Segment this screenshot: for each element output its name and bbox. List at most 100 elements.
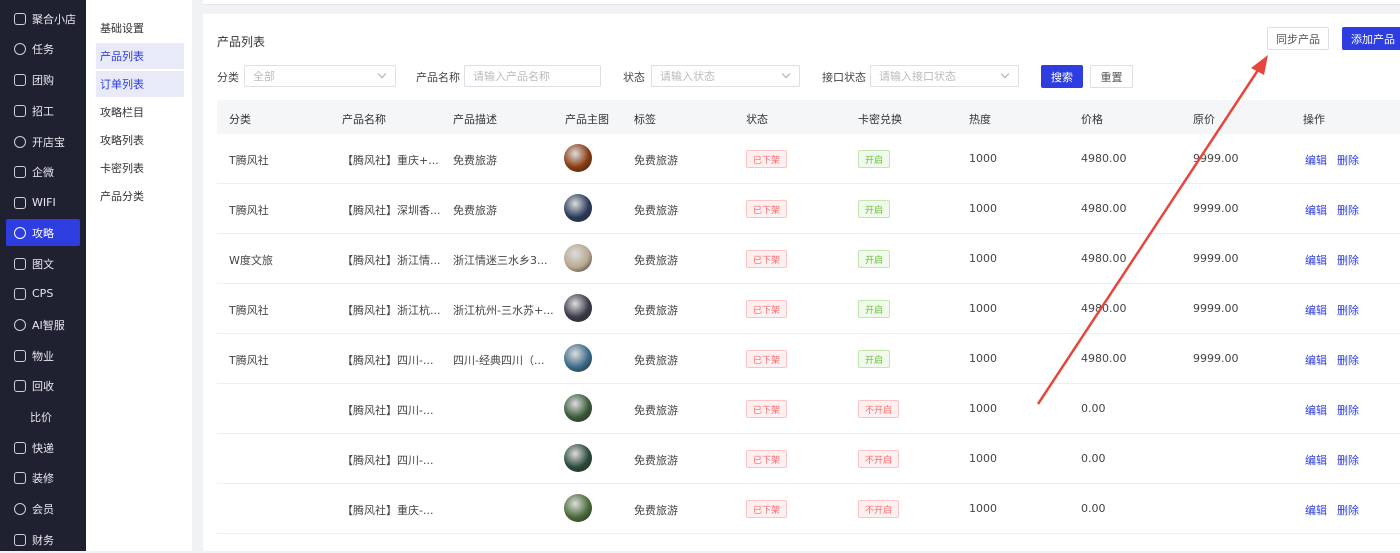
sidebar-item-label: WIFI — [32, 196, 56, 209]
cell-original-price: 9999.00 — [1193, 202, 1239, 215]
main-panel: 产品列表 同步产品 添加产品 分类 全部 产品名称 请输入产品名称 状态 请输入… — [203, 14, 1400, 551]
cell-heat: 1000 — [969, 402, 997, 415]
sidebar-item-3[interactable]: 招工 — [6, 97, 80, 124]
sidebar-item-16[interactable]: 会员 — [6, 495, 80, 522]
delete-link[interactable]: 删除 — [1337, 152, 1359, 168]
delete-link[interactable]: 删除 — [1337, 302, 1359, 318]
table-row: T腾风社 【腾风社】深圳香... 免费旅游 免费旅游 已下架 开启 1000 4980.00 9… — [217, 184, 1400, 234]
edit-link[interactable]: 编辑 — [1305, 452, 1327, 468]
edit-link[interactable]: 编辑 — [1305, 302, 1327, 318]
card-exchange-badge: 不开启 — [858, 400, 900, 418]
table-row: T腾风社 【腾风社】浙江杭... 浙江杭州-三水苏+... 免费旅游 已下架 开启 1000… — [217, 284, 1400, 334]
sidebar-item-2[interactable]: 团购 — [6, 66, 80, 93]
product-name-input[interactable]: 请输入产品名称 — [464, 65, 601, 87]
sidebar-item-label: 招工 — [32, 104, 54, 118]
cell-desc: 浙江杭州-三水苏+... — [453, 304, 554, 317]
edit-link[interactable]: 编辑 — [1305, 402, 1327, 418]
image-icon — [14, 257, 26, 270]
sync-product-button[interactable]: 同步产品 — [1267, 27, 1329, 50]
add-product-button[interactable]: 添加产品 — [1342, 27, 1400, 50]
table-row: 【腾风社】四川-... 免费旅游 已下架 不开启 1000 0.00 编辑 删除 — [217, 434, 1400, 484]
cell-name: 【腾风社】四川-... — [342, 404, 434, 417]
main-sidebar: 聚合小店任务团购招工开店宝企微 WIFI 攻略图文 CPS AI智服物业回收比价快递装修… — [0, 0, 86, 551]
layers-icon — [14, 104, 26, 117]
sidebar-item-label: 回收 — [32, 379, 54, 393]
status-badge: 已下架 — [746, 450, 788, 468]
delete-link[interactable]: 删除 — [1337, 252, 1359, 268]
product-thumbnail — [564, 194, 592, 222]
subnav-item-5[interactable]: 卡密列表 — [96, 155, 184, 181]
cell-tag: 免费旅游 — [634, 254, 678, 267]
sidebar-item-label: 会员 — [32, 502, 54, 516]
sidebar-item-10[interactable]: AI智服 — [6, 311, 80, 338]
sidebar-item-label: 任务 — [32, 42, 54, 56]
status-badge: 已下架 — [746, 400, 788, 418]
delete-link[interactable]: 删除 — [1337, 202, 1359, 218]
subnav-item-2[interactable]: 订单列表 — [96, 71, 184, 97]
sidebar-item-label: 开店宝 — [32, 135, 65, 149]
user-icon — [14, 318, 26, 331]
subnav-item-4[interactable]: 攻略列表 — [96, 127, 184, 153]
category-select[interactable]: 全部 — [244, 65, 396, 87]
reset-button[interactable]: 重置 — [1090, 65, 1133, 88]
cell-name: 【腾风社】重庆+... — [342, 154, 439, 167]
delete-link[interactable]: 删除 — [1337, 402, 1359, 418]
cell-desc: 四川-经典四川（... — [453, 354, 545, 367]
cell-price: 0.00 — [1081, 502, 1106, 515]
subnav-item-0[interactable]: 基础设置 — [96, 15, 184, 41]
edit-link[interactable]: 编辑 — [1305, 502, 1327, 518]
cell-name: 【腾风社】四川-... — [342, 354, 434, 367]
cell-original-price: 9999.00 — [1193, 252, 1239, 265]
status-badge: 已下架 — [746, 150, 788, 168]
delete-link[interactable]: 删除 — [1337, 352, 1359, 368]
search-button[interactable]: 搜索 — [1041, 65, 1083, 88]
edit-link[interactable]: 编辑 — [1305, 252, 1327, 268]
sidebar-item-9[interactable]: CPS — [6, 280, 80, 307]
status-badge: 已下架 — [746, 300, 788, 318]
subnav-item-1[interactable]: 产品列表 — [96, 43, 184, 69]
subnav-item-6[interactable]: 产品分类 — [96, 183, 184, 209]
product-thumbnail — [564, 494, 592, 522]
table-row: 【腾风社】四川-... 免费旅游 已下架 不开启 1000 0.00 编辑 删除 — [217, 384, 1400, 434]
sidebar-item-label: 比价 — [30, 410, 52, 424]
sidebar-item-7[interactable]: 攻略 — [6, 219, 80, 246]
building-icon — [14, 349, 26, 362]
sidebar-item-17[interactable]: 财务 — [6, 526, 80, 553]
sidebar-item-label: 攻略 — [32, 226, 54, 240]
sidebar-item-label: 企微 — [32, 165, 54, 179]
edit-link[interactable]: 编辑 — [1305, 202, 1327, 218]
sidebar-item-12[interactable]: 回收 — [6, 372, 80, 399]
delete-link[interactable]: 删除 — [1337, 452, 1359, 468]
status-filter-label: 状态 — [623, 71, 645, 84]
cell-category: T腾风社 — [229, 204, 269, 217]
edit-link[interactable]: 编辑 — [1305, 352, 1327, 368]
status-badge: 已下架 — [746, 200, 788, 218]
sidebar-item-11[interactable]: 物业 — [6, 342, 80, 369]
sidebar-item-label: 图文 — [32, 257, 54, 271]
cell-price: 4980.00 — [1081, 202, 1127, 215]
column-header: 原价 — [1193, 113, 1215, 126]
status-badge: 已下架 — [746, 250, 788, 268]
name-filter-label: 产品名称 — [416, 71, 460, 84]
product-thumbnail — [564, 444, 592, 472]
sidebar-item-1[interactable]: 任务 — [6, 35, 80, 62]
cell-tag: 免费旅游 — [634, 454, 678, 467]
sidebar-item-0[interactable]: 聚合小店 — [6, 5, 80, 32]
sidebar-item-14[interactable]: 快递 — [6, 434, 80, 461]
sidebar-item-4[interactable]: 开店宝 — [6, 128, 80, 155]
edit-link[interactable]: 编辑 — [1305, 152, 1327, 168]
status-select[interactable]: 请输入状态 — [651, 65, 800, 87]
subnav-item-3[interactable]: 攻略栏目 — [96, 99, 184, 125]
sub-sidebar: 基础设置 产品列表 订单列表 攻略栏目 攻略列表 卡密列表 产品分类 — [86, 0, 192, 551]
delete-link[interactable]: 删除 — [1337, 502, 1359, 518]
column-header: 产品描述 — [453, 113, 497, 126]
cell-name: 【腾风社】四川-... — [342, 454, 434, 467]
sidebar-item-8[interactable]: 图文 — [6, 250, 80, 277]
sidebar-item-label: 物业 — [32, 349, 54, 363]
sidebar-item-5[interactable]: 企微 — [6, 158, 80, 185]
sidebar-item-15[interactable]: 装修 — [6, 464, 80, 491]
sidebar-item-6[interactable]: WIFI — [6, 189, 80, 216]
chevron-down-icon — [1000, 69, 1010, 79]
api-status-select[interactable]: 请输入接口状态 — [870, 65, 1019, 87]
sidebar-item-13[interactable]: 比价 — [6, 403, 80, 430]
